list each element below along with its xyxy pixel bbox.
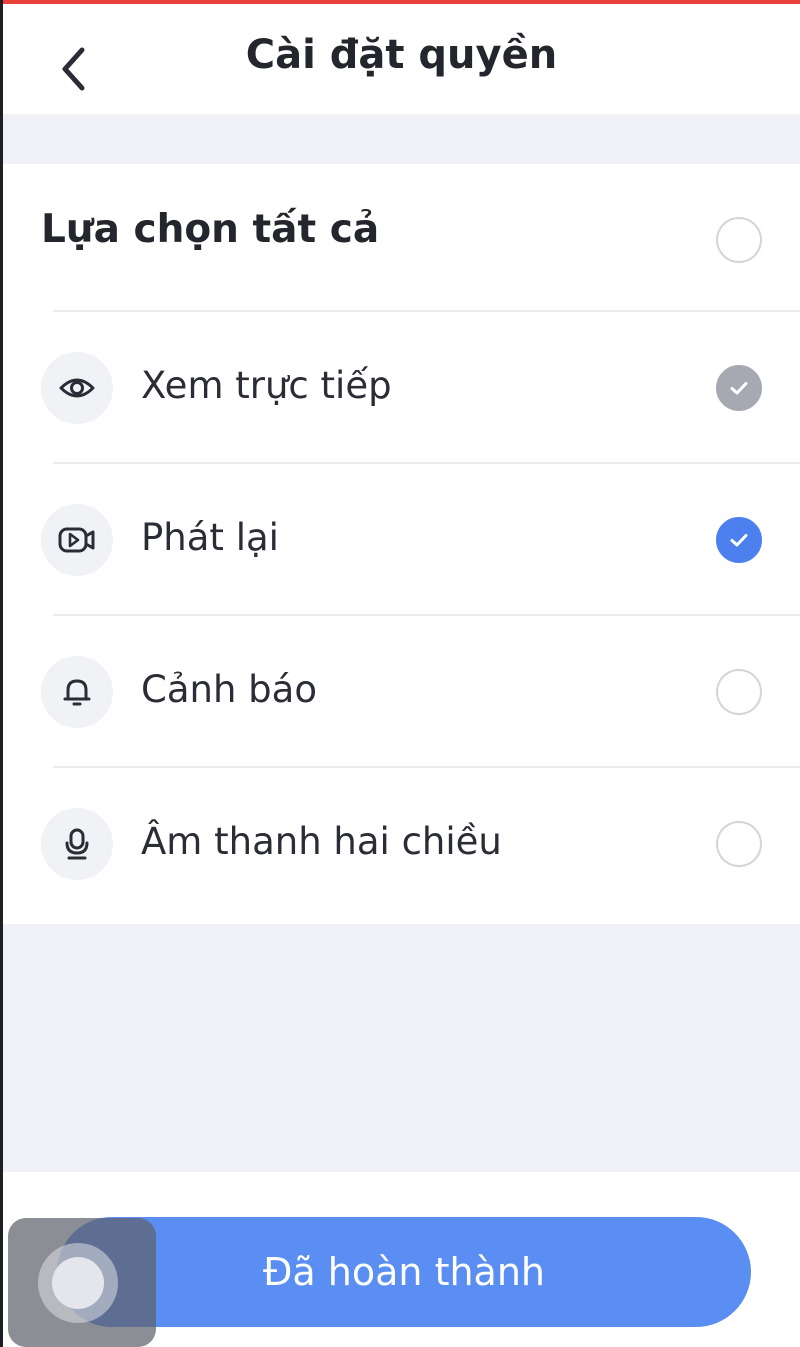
permission-label: Phát lại xyxy=(141,516,279,559)
done-button[interactable]: Đã hoàn thành xyxy=(57,1217,751,1327)
eye-icon xyxy=(41,352,113,424)
video-playback-icon xyxy=(41,504,113,576)
assistive-touch-dot xyxy=(52,1257,104,1309)
select-all-row[interactable]: Lựa chọn tất cả xyxy=(3,164,800,312)
permission-checkbox[interactable] xyxy=(716,669,762,715)
permission-row-two-way-audio[interactable]: Âm thanh hai chiều xyxy=(3,768,800,920)
microphone-icon xyxy=(41,808,113,880)
permission-checkbox[interactable] xyxy=(716,821,762,867)
permission-label: Xem trực tiếp xyxy=(141,364,392,407)
nav-bar: Cài đặt quyền xyxy=(3,4,800,114)
select-all-radio[interactable] xyxy=(716,217,762,263)
permission-label: Âm thanh hai chiều xyxy=(141,820,502,863)
page-title: Cài đặt quyền xyxy=(245,32,558,78)
permission-label: Cảnh báo xyxy=(141,668,317,711)
select-all-label: Lựa chọn tất cả xyxy=(41,207,380,252)
permission-checkbox[interactable] xyxy=(716,517,762,563)
permission-row-playback[interactable]: Phát lại xyxy=(3,464,800,616)
bell-icon xyxy=(41,656,113,728)
permission-row-alerts[interactable]: Cảnh báo xyxy=(3,616,800,768)
permission-checkbox[interactable] xyxy=(716,365,762,411)
assistive-touch-button[interactable] xyxy=(8,1218,156,1347)
permission-row-live-view[interactable]: Xem trực tiếp xyxy=(3,312,800,464)
permission-list: Lựa chọn tất cả Xem trực tiếp Phát lại C… xyxy=(3,164,800,924)
